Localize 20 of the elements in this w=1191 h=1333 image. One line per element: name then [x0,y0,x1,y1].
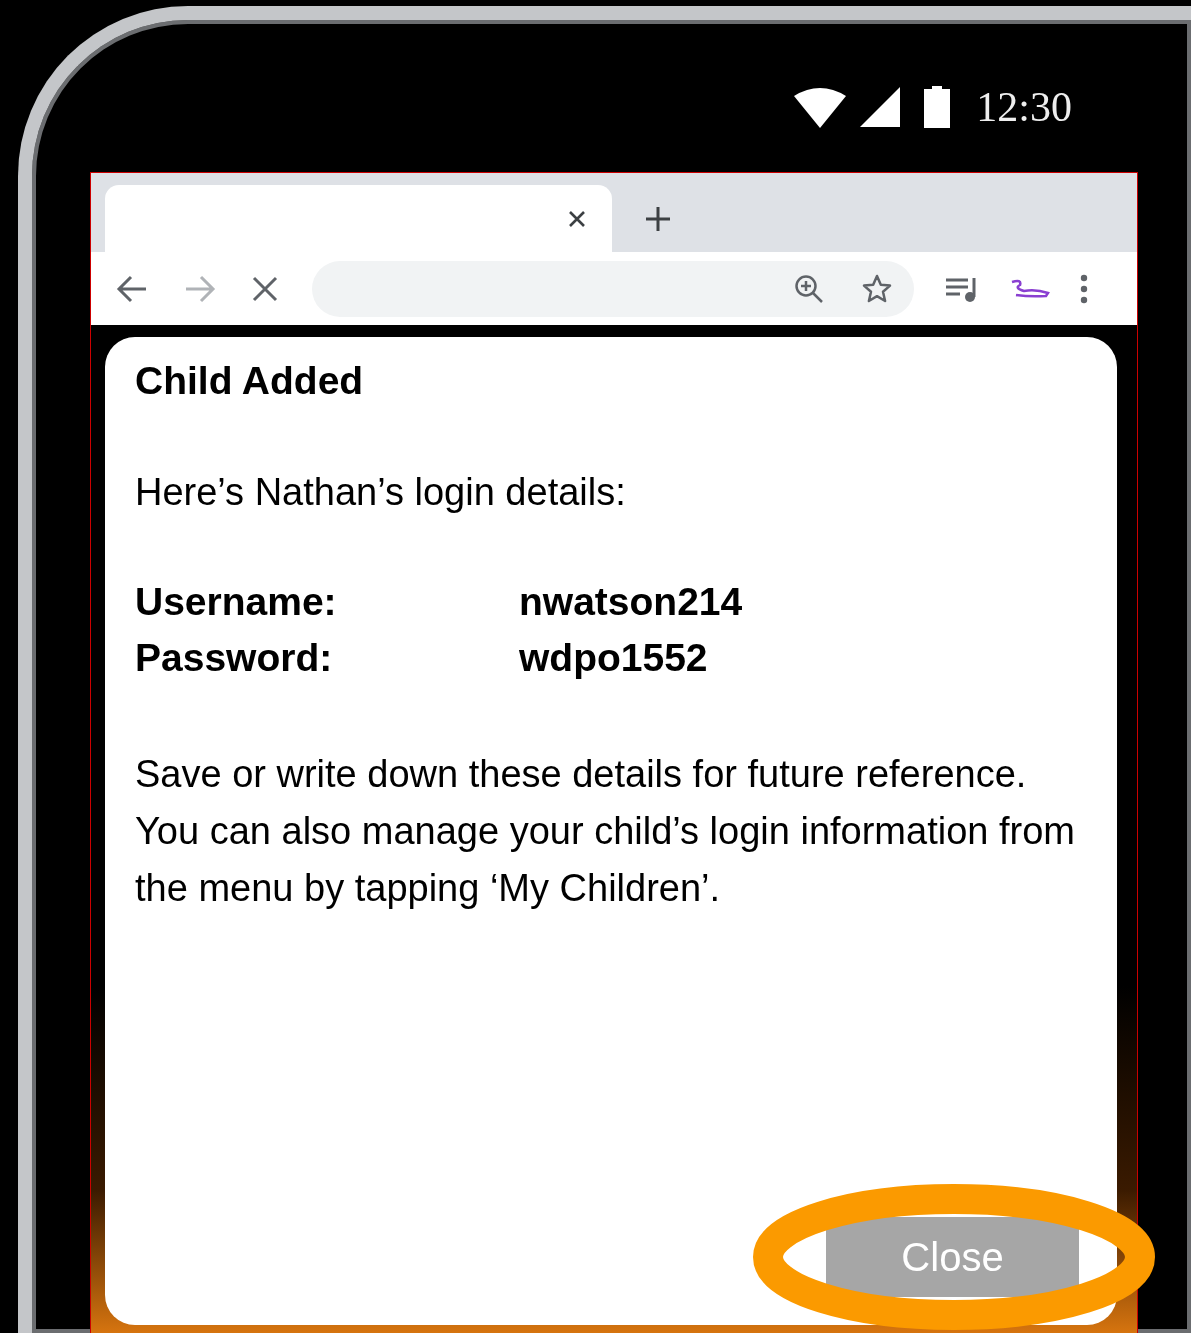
close-icon[interactable] [568,209,586,228]
more-menu-icon[interactable] [1080,273,1088,304]
star-icon[interactable] [862,273,892,304]
field-value: wdpo1552 [519,636,708,680]
zoom-in-icon[interactable] [794,273,824,304]
intro-text: Here’s Nathan’s login details: [135,471,627,514]
stop-icon[interactable] [252,275,278,302]
field-label: Password: [135,636,334,680]
dialog-title: Child Added [135,359,365,403]
field-label: Username: [135,580,338,624]
signal-icon [860,87,901,127]
extension-icon[interactable] [1010,278,1050,299]
plus-icon[interactable] [645,206,671,232]
back-icon[interactable] [116,274,148,303]
close-button[interactable]: Close [826,1217,1079,1297]
clock-time: 12:30 [976,83,1072,131]
wifi-icon [794,86,847,128]
note-text: Save or write down these details for future reference. You can also manage your child’s login information from the menu by tapping ‘My Children’. [135,752,1076,911]
battery-icon [924,86,951,128]
field-value: nwatson214 [519,580,743,624]
